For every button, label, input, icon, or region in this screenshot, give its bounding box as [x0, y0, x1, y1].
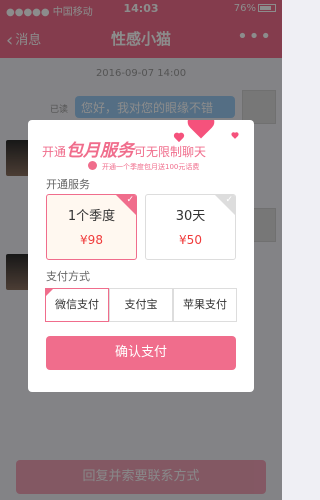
pay-method-label-text: 支付宝: [124, 298, 158, 311]
package-name: 30天: [175, 209, 206, 224]
pay-alipay-button[interactable]: 支付宝: [109, 288, 173, 322]
banner-subtitle: 开通一个季度包月送100元话费: [102, 163, 200, 171]
pay-wechat-button[interactable]: 微信支付: [45, 288, 109, 322]
heart-icon: [174, 133, 185, 143]
package-quarter[interactable]: ✓ 1个季度 ¥98: [46, 194, 137, 260]
pay-method-label: 支付方式: [46, 270, 90, 283]
pay-method-label-text: 苹果支付: [183, 298, 227, 311]
package-30days[interactable]: ✓ 30天 ¥50: [145, 194, 236, 260]
banner-prefix: 开通: [42, 145, 67, 159]
selected-corner: [46, 289, 53, 296]
heart-icon: [187, 120, 216, 141]
package-price: ¥98: [80, 233, 103, 247]
service-label: 开通服务: [46, 178, 90, 191]
subscription-modal: 开通包月服务可无限制聊天 开通一个季度包月送100元话费 开通服务 ✓ 1个季度…: [28, 120, 254, 392]
banner-highlight: 包月服务: [66, 141, 135, 161]
confirm-pay-button[interactable]: 确认支付: [46, 336, 236, 370]
banner-suffix: 可无限制聊天: [134, 145, 207, 159]
gift-icon: [88, 161, 97, 170]
pay-method-label-text: 微信支付: [55, 298, 99, 311]
promo-banner: 开通包月服务可无限制聊天 开通一个季度包月送100元话费: [28, 120, 254, 172]
package-price: ¥50: [179, 233, 202, 247]
package-name: 1个季度: [67, 209, 116, 224]
pay-apple-button[interactable]: 苹果支付: [173, 288, 237, 322]
heart-icon: [231, 133, 239, 140]
